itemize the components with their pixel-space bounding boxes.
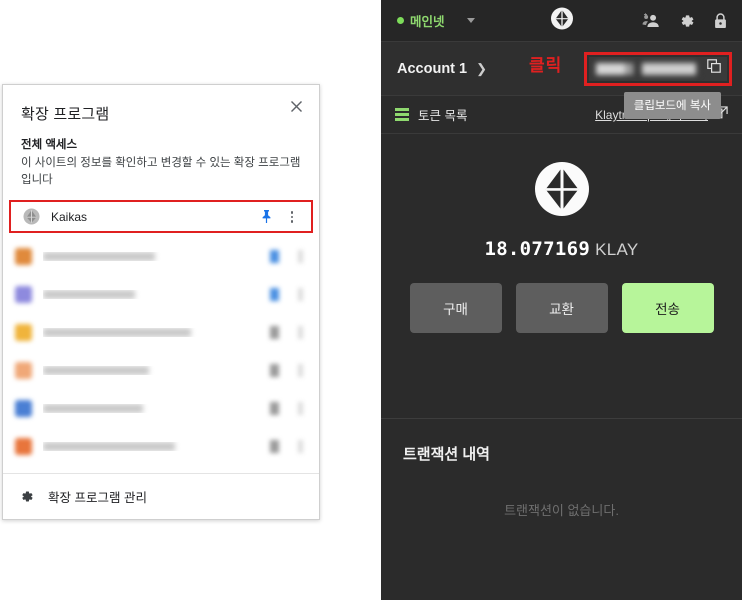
extension-item-redacted[interactable] [3,351,319,389]
wallet-address-copy-button[interactable] [589,56,727,81]
balance-amount: 18.077169 [484,238,591,260]
account-bar: Account 1 ❯ 클릭 클립보드에 복사 [381,42,742,119]
pin-icon[interactable] [265,285,283,303]
token-list-label: 토큰 목록 [418,109,468,123]
chevron-down-icon[interactable] [466,18,475,23]
kaikas-wallet-panel: 메인넷 Account 1 ❯ 클릭 클립보드에 복사 토큰 목록 18.077… [381,0,742,600]
extension-list [3,233,319,465]
network-label: 메인넷 [410,15,445,29]
network-status-dot-icon [397,17,404,24]
close-icon[interactable] [283,93,309,119]
send-button[interactable]: 전송 [621,283,714,333]
extension-item-label-redacted [43,289,265,299]
wallet-action-buttons: 구매 교환 전송 [381,283,742,333]
kaikas-logo-icon [550,6,574,35]
buy-button[interactable]: 구매 [409,283,502,333]
extension-favicon-icon [15,361,32,379]
transaction-history-section: 트랜잭션 내역 트랜잭션이 없습니다. [381,419,742,600]
pin-icon[interactable] [257,208,275,226]
extension-item-label-redacted [43,365,265,375]
balance-display: 18.077169 KLAY [381,238,742,261]
swap-button[interactable]: 교환 [515,283,608,333]
extension-item-label: Kaikas [51,209,88,224]
account-switch-icon[interactable] [642,13,660,29]
network-selector[interactable]: 메인넷 [397,11,475,30]
hamburger-icon[interactable] [395,108,409,121]
extension-favicon-icon [15,399,32,417]
extension-item-label-redacted [43,441,265,451]
extension-favicon-icon [15,247,32,265]
extension-favicon-icon [15,323,32,341]
copy-tooltip: 클립보드에 복사 [623,92,721,119]
transaction-empty-state: 트랜잭션이 없습니다. [504,503,619,518]
more-vertical-icon[interactable] [291,285,309,303]
extension-favicon-icon [15,437,32,455]
gear-icon[interactable] [678,12,695,29]
extensions-popup-header: 확장 프로그램 [3,85,319,130]
more-vertical-icon[interactable] [291,437,309,455]
extension-favicon-icon [15,285,32,303]
extension-item-label-redacted [43,327,265,337]
pin-icon[interactable] [265,399,283,417]
pin-icon[interactable] [265,323,283,341]
more-vertical-icon[interactable] [291,247,309,265]
extension-item-label-redacted [43,403,265,413]
extensions-popup: 확장 프로그램 전체 액세스 이 사이트의 정보를 확인하고 변경할 수 있는 … [2,84,320,520]
kaikas-logo-icon [381,160,742,218]
extension-item-redacted[interactable] [3,389,319,427]
extension-item-label-redacted [43,251,265,261]
wallet-topbar: 메인넷 [381,0,742,42]
click-annotation-label: 클릭 [529,56,563,75]
chevron-right-icon[interactable]: ❯ [476,61,487,77]
more-vertical-icon[interactable] [283,208,301,226]
manage-extensions-label: 확장 프로그램 관리 [48,491,147,505]
wallet-address-redacted [596,62,700,75]
extension-item-redacted[interactable] [3,275,319,313]
extension-item-redacted[interactable] [3,313,319,351]
manage-extensions-row[interactable]: 확장 프로그램 관리 [3,473,319,519]
pin-icon[interactable] [265,247,283,265]
transaction-history-title: 트랜잭션 내역 [403,446,490,463]
lock-icon[interactable] [713,12,728,29]
gear-icon [19,489,34,504]
balance-section: 18.077169 KLAY 구매 교환 전송 [381,134,742,333]
full-access-description: 이 사이트의 정보를 확인하고 변경할 수 있는 확장 프로그램입니다 [21,157,301,186]
page-title: 확장 프로그램 [21,106,110,123]
balance-unit: KLAY [595,240,639,259]
pin-icon[interactable] [265,361,283,379]
more-vertical-icon[interactable] [291,361,309,379]
kaikas-favicon-icon [23,208,40,225]
extension-item-kaikas[interactable]: Kaikas [11,203,311,230]
screenshot-root: 확장 프로그램 전체 액세스 이 사이트의 정보를 확인하고 변경할 수 있는 … [0,0,742,600]
more-vertical-icon[interactable] [291,323,309,341]
account-name-label[interactable]: Account 1 [397,61,467,77]
extension-item-redacted[interactable] [3,237,319,275]
highlight-box-address [584,51,732,86]
full-access-heading: 전체 액세스 [21,139,78,151]
copy-icon[interactable] [707,59,721,78]
full-access-section: 전체 액세스 이 사이트의 정보를 확인하고 변경할 수 있는 확장 프로그램입… [3,130,319,196]
highlight-box-kaikas: Kaikas [9,200,313,234]
more-vertical-icon[interactable] [291,399,309,417]
extension-item-redacted[interactable] [3,427,319,465]
pin-icon[interactable] [265,437,283,455]
token-list-button[interactable]: 토큰 목록 [395,105,467,124]
topbar-icon-group [642,12,728,29]
